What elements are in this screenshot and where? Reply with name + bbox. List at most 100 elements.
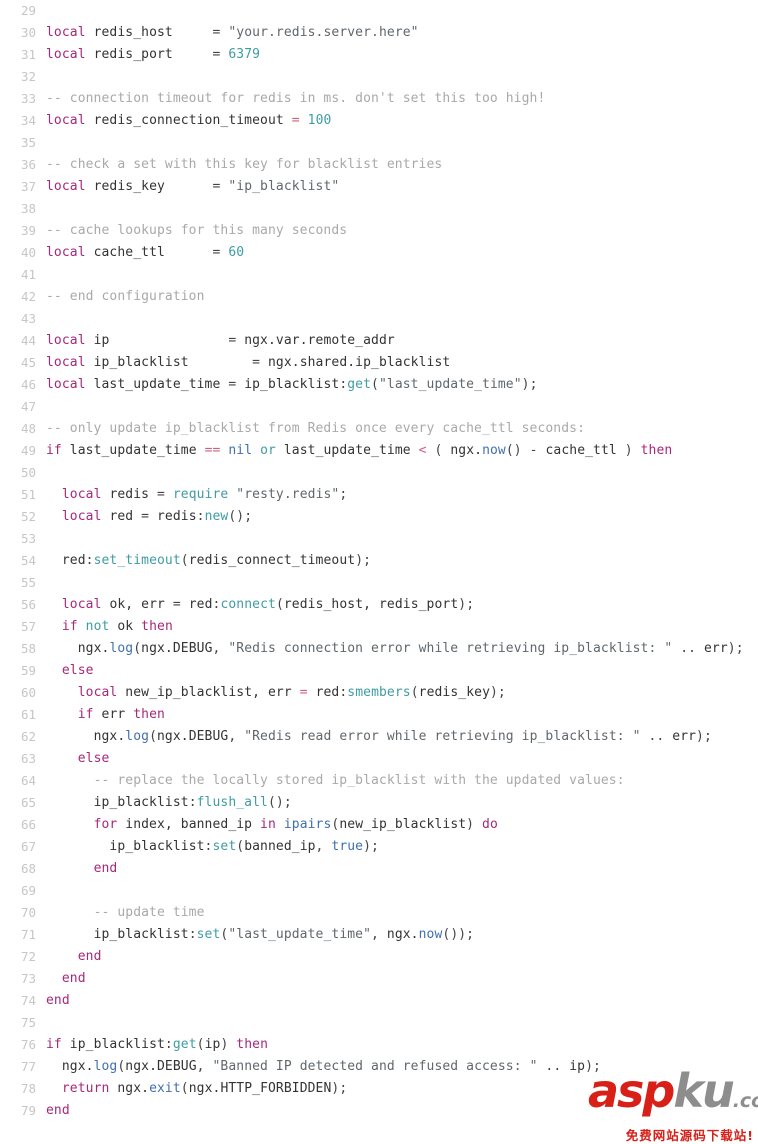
token-pun (46, 1081, 62, 1096)
token-op: == (204, 443, 221, 458)
token-id: ngx.HTTP_FORBIDDEN (188, 1081, 332, 1096)
code-line: 55 (0, 572, 758, 594)
code-line-content: local redis_port = 6379 (46, 44, 758, 66)
token-pun: ); (355, 553, 372, 568)
token-kw: end (77, 949, 102, 964)
code-line-content (46, 462, 758, 484)
token-pun (86, 47, 94, 62)
code-line-content: else (46, 660, 758, 682)
code-line: 62 ngx.log(ngx.DEBUG, "Redis read error … (0, 726, 758, 748)
token-pun: ); (521, 377, 538, 392)
token-fn: flush_all (196, 795, 268, 810)
token-pun: = (164, 245, 229, 260)
token-pun: , (228, 729, 245, 744)
code-line: 45 local ip_blacklist = ngx.shared.ip_bla… (0, 352, 758, 374)
token-id: ip_blacklist (69, 1037, 165, 1052)
token-id: ngx. (117, 1081, 150, 1096)
line-number: 78 (20, 1081, 36, 1096)
line-number: 42 (20, 289, 36, 304)
line-number: 65 (20, 795, 36, 810)
token-pun: ); (458, 597, 475, 612)
token-blt: log (93, 1059, 118, 1074)
code-line: 54 red:set_timeout(redis_connect_timeout… (0, 550, 758, 572)
token-kw: if (46, 443, 62, 458)
code-line-content: -- end configuration (46, 286, 758, 308)
code-line: 59 else (0, 660, 758, 682)
code-line-content: local cache_ttl = 60 (46, 242, 758, 264)
code-line: 35 (0, 132, 758, 154)
token-pun: .. (672, 641, 704, 656)
code-line: 74 end (0, 990, 758, 1012)
token-kw: local (77, 685, 118, 700)
token-pun (276, 817, 284, 832)
code-line: 60 local new_ip_blacklist, err = red:sme… (0, 682, 758, 704)
token-id: redis_key (93, 179, 165, 194)
line-number: 73 (20, 971, 36, 986)
line-number: 44 (20, 333, 36, 348)
code-line: 64 -- replace the locally stored ip_blac… (0, 770, 758, 792)
token-blt: log (109, 641, 134, 656)
token-id: red (61, 553, 86, 568)
code-line: 33 -- connection timeout for redis in ms.… (0, 88, 758, 110)
token-num: 60 (228, 245, 245, 260)
code-line: 39 -- cache lookups for this many seconds (0, 220, 758, 242)
token-blt: nil (228, 443, 253, 458)
token-kw: local (46, 113, 86, 128)
line-number: 76 (20, 1037, 36, 1052)
code-line-content: if not ok then (46, 616, 758, 638)
line-number: 64 (20, 773, 36, 788)
token-kw: in (260, 817, 276, 832)
token-pun (86, 25, 94, 40)
token-pun: ); (490, 685, 506, 700)
token-pun (94, 707, 102, 722)
code-line: 34 local redis_connection_timeout = 100 (0, 110, 758, 132)
token-pun: = (172, 47, 229, 62)
token-id: ip (93, 333, 110, 348)
token-id: cache_ttl (93, 245, 165, 260)
token-pun: ( (410, 685, 419, 700)
token-blt: log (125, 729, 150, 744)
token-kw: local (61, 597, 102, 612)
token-id: ip_blacklist (93, 355, 189, 370)
token-pun (46, 773, 94, 788)
line-number: 75 (20, 1015, 36, 1030)
token-pun: : (85, 553, 94, 568)
token-num: 100 (307, 113, 332, 128)
token-str: "Redis connection error while retrieving… (228, 641, 673, 656)
token-fn: get (172, 1037, 197, 1052)
code-line: 46 local last_update_time = ip_blacklist:… (0, 374, 758, 396)
token-pun: ( (371, 377, 379, 392)
line-number: 33 (20, 91, 36, 106)
code-line-content: local last_update_time = ip_blacklist:ge… (46, 374, 758, 396)
token-pun: (); (228, 509, 253, 524)
line-number: 50 (20, 465, 36, 480)
code-line: 61 if err then (0, 704, 758, 726)
code-line: 57 if not ok then (0, 616, 758, 638)
token-pun (46, 641, 78, 656)
token-pun: = (220, 377, 245, 392)
code-line-content (46, 264, 758, 286)
token-com: -- only update ip_blacklist from Redis o… (46, 421, 586, 436)
token-com: -- end configuration (46, 289, 205, 304)
token-pun: : (164, 1037, 173, 1052)
token-id: err (101, 707, 126, 722)
token-id: last_update_time (283, 443, 411, 458)
token-id: redis_host, redis_port (283, 597, 459, 612)
code-line-content (46, 572, 758, 594)
line-number: 52 (20, 509, 36, 524)
token-pun: = (172, 25, 229, 40)
token-id: ok (117, 619, 134, 634)
token-pun (46, 751, 78, 766)
token-pun: , (212, 641, 229, 656)
line-number: 57 (20, 619, 36, 634)
token-kw: then (141, 619, 173, 634)
token-pun (46, 1059, 62, 1074)
token-pun (46, 817, 94, 832)
token-id: ngx. (450, 443, 483, 458)
token-fn: set (212, 839, 237, 854)
token-str: "your.redis.server.here" (228, 25, 419, 40)
line-number: 51 (20, 487, 36, 502)
token-pun: (); (267, 795, 292, 810)
code-line: 41 (0, 264, 758, 286)
code-line-content: end (46, 946, 758, 968)
